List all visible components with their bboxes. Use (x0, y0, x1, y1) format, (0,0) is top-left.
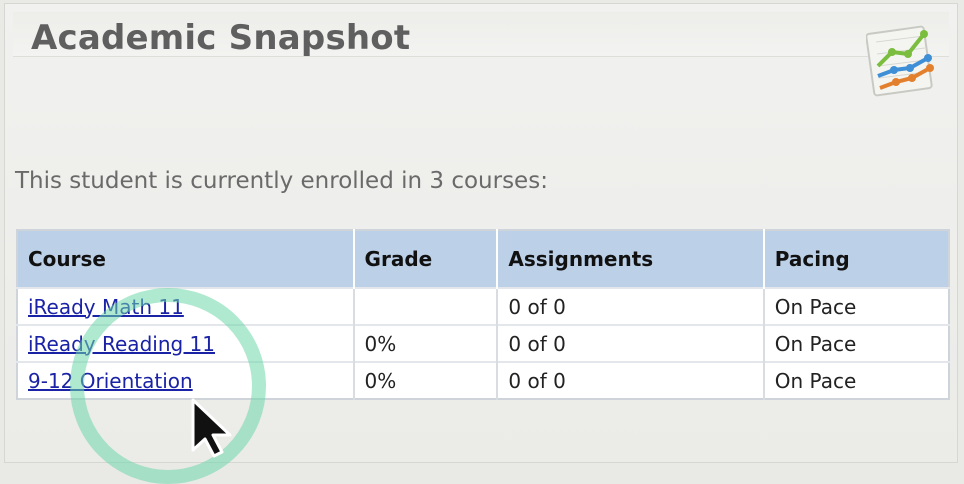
course-table: Course Grade Assignments Pacing iReady M… (16, 229, 950, 400)
assignments-cell: 0 of 0 (497, 287, 765, 325)
page-title: Academic Snapshot (31, 18, 411, 58)
table-row: iReady Reading 11 0% 0 of 0 On Pace (17, 324, 949, 362)
course-cell: 9-12 Orientation (17, 361, 355, 399)
course-link-iready-reading[interactable]: iReady Reading 11 (28, 332, 215, 356)
pacing-cell: On Pace (763, 361, 949, 399)
table-header-row: Course Grade Assignments Pacing (17, 230, 949, 288)
table-row: 9-12 Orientation 0% 0 of 0 On Pace (17, 361, 949, 399)
pacing-cell: On Pace (763, 287, 949, 325)
assignments-cell: 0 of 0 (497, 324, 765, 362)
header-course[interactable]: Course (17, 230, 355, 288)
table-row: iReady Math 11 0 of 0 On Pace (17, 287, 949, 325)
assignments-cell: 0 of 0 (497, 361, 765, 399)
enrollment-summary: This student is currently enrolled in 3 … (15, 168, 548, 194)
course-link-orientation[interactable]: 9-12 Orientation (28, 369, 193, 393)
header-assignments[interactable]: Assignments (497, 230, 765, 288)
pacing-cell: On Pace (763, 324, 949, 362)
grade-cell: 0% (353, 324, 499, 362)
grade-cell: 0% (353, 361, 499, 399)
header-pacing[interactable]: Pacing (763, 230, 949, 288)
header-grade[interactable]: Grade (353, 230, 499, 288)
course-link-iready-math[interactable]: iReady Math 11 (28, 295, 184, 319)
line-chart-icon (866, 25, 934, 97)
course-cell: iReady Math 11 (17, 287, 355, 325)
course-cell: iReady Reading 11 (17, 324, 355, 362)
grade-cell (353, 287, 499, 325)
